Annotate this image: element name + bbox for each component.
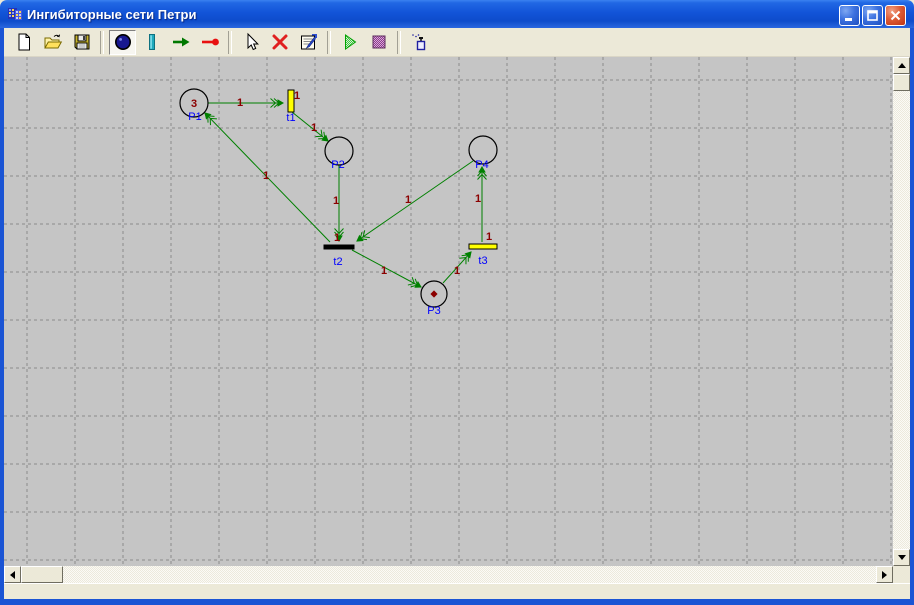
arc-weight-t3-P4: 1: [475, 193, 481, 205]
add-transition-tool-button[interactable]: [138, 30, 165, 55]
window-border: [0, 599, 914, 605]
scroll-left-button[interactable]: [4, 566, 21, 583]
transition-param-t2: 1: [334, 232, 340, 244]
window-border: [0, 28, 4, 605]
toolbar-separator: [100, 30, 104, 54]
scrollbar-corner: [893, 566, 910, 583]
add-place-tool-button[interactable]: [109, 29, 136, 55]
add-inhibitor-arc-tool-button[interactable]: [196, 30, 223, 55]
open-file-button[interactable]: [39, 30, 66, 55]
run-simulation-button[interactable]: [336, 30, 363, 55]
toolbar-separator: [228, 30, 232, 54]
open-folder-icon: [43, 34, 62, 49]
app-window: Ингибиторные сети Петри 1 1 1 1 1 1 1 1 …: [0, 0, 914, 605]
toolbar: [4, 28, 910, 57]
close-icon: [890, 10, 901, 21]
transition-t2[interactable]: [323, 244, 355, 250]
vertical-scroll-thumb[interactable]: [893, 74, 910, 91]
toolbar-separator: [327, 30, 331, 54]
title-bar[interactable]: Ингибиторные сети Петри: [0, 0, 914, 28]
close-button[interactable]: [885, 5, 906, 26]
delete-tool-button[interactable]: [266, 30, 293, 55]
petri-net-canvas[interactable]: 1 1 1 1 1 1 1 1 t1 1 t2 1 t3 1 3 P1 P2 P3 P4: [4, 57, 893, 566]
transition-label-t1: t1: [286, 112, 295, 124]
maximize-icon: [867, 10, 878, 21]
arc-weight-P4-t2: 1: [405, 194, 411, 206]
arc-weight-t2-P3: 1: [381, 265, 387, 277]
maximize-button[interactable]: [862, 5, 883, 26]
vertical-scrollbar[interactable]: [893, 57, 910, 566]
token-animation-button[interactable]: [406, 30, 433, 55]
transition-label-t2: t2: [333, 256, 342, 268]
minimize-icon: [845, 18, 852, 21]
status-bar: [4, 583, 910, 599]
transition-bar-icon: [148, 34, 155, 50]
properties-sheet-icon: [300, 34, 317, 50]
arc-weight-P2-t2: 1: [333, 195, 339, 207]
app-icon: [7, 6, 23, 22]
right-arrow-icon: [882, 570, 887, 579]
arc-weight-t2-P1: 1: [263, 170, 269, 182]
place-label-P3: P3: [427, 305, 440, 317]
left-arrow-icon: [10, 570, 15, 579]
pointer-tool-button[interactable]: [237, 30, 264, 55]
place-label-P2: P2: [331, 159, 344, 171]
green-arrow-icon: [172, 37, 189, 47]
window-border: [910, 28, 914, 605]
scroll-right-button[interactable]: [876, 566, 893, 583]
window-title: Ингибиторные сети Петри: [27, 6, 197, 22]
horizontal-scroll-thumb[interactable]: [21, 566, 63, 583]
place-tokens-P1: 3: [191, 98, 197, 110]
arc-weight-t1-P2: 1: [311, 122, 317, 134]
minimize-button[interactable]: [839, 5, 860, 26]
stop-square-icon: [372, 35, 385, 49]
inhibitor-arc-icon: [201, 38, 219, 46]
stop-simulation-button[interactable]: [365, 30, 392, 55]
place-label-P1: P1: [188, 111, 201, 123]
new-file-button[interactable]: [10, 30, 37, 55]
toolbar-separator: [397, 30, 401, 54]
transition-param-t3: 1: [486, 231, 492, 243]
place-label-P4: P4: [475, 159, 488, 171]
scroll-up-button[interactable]: [893, 57, 910, 74]
horizontal-scrollbar[interactable]: [4, 566, 893, 583]
arc-weight-P3-t3: 1: [454, 265, 460, 277]
properties-tool-button[interactable]: [295, 30, 322, 55]
save-floppy-icon: [74, 34, 89, 50]
up-arrow-icon: [897, 63, 906, 68]
add-arc-tool-button[interactable]: [167, 30, 194, 55]
transition-label-t3: t3: [478, 255, 487, 267]
save-file-button[interactable]: [68, 30, 95, 55]
place-circle-icon: [114, 34, 131, 50]
red-x-icon: [272, 34, 287, 50]
down-arrow-icon: [897, 555, 906, 560]
ink-bottle-icon: [411, 34, 425, 51]
transition-param-t1: 1: [294, 90, 300, 102]
arc-weight-P1-t1: 1: [237, 97, 243, 109]
cursor-arrow-icon: [247, 32, 259, 51]
transition-t3[interactable]: [468, 243, 498, 250]
play-triangle-icon: [344, 34, 356, 50]
arc-P4-t2[interactable]: [356, 160, 474, 242]
scroll-down-button[interactable]: [893, 549, 910, 566]
new-file-icon: [18, 33, 30, 51]
